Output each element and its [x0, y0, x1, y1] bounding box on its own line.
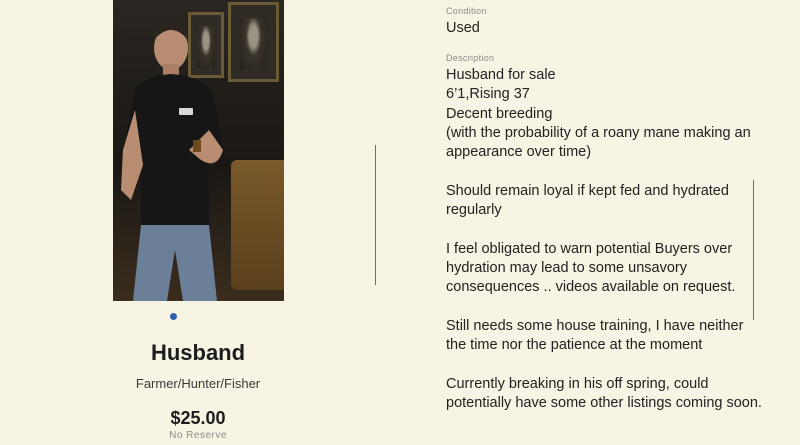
description-paragraph: I feel obligated to warn potential Buyer…	[446, 240, 736, 296]
description-paragraph: Husband for sale 6’1,Rising 37 Decent br…	[446, 67, 751, 161]
man-figure-illustration	[121, 24, 223, 301]
listing-subtitle: Farmer/Hunter/Fisher	[135, 376, 261, 391]
carousel-pager-dot[interactable]	[170, 313, 177, 320]
description-label: Description	[446, 53, 495, 63]
divider-line	[375, 145, 376, 285]
condition-value: Used	[446, 20, 480, 36]
description-text: Husband for sale 6’1,Rising 37 Decent br…	[446, 66, 766, 413]
condition-label: Condition	[446, 6, 487, 16]
reserve-status: No Reserve	[169, 430, 227, 441]
listing-photo[interactable]	[113, 0, 284, 301]
description-paragraph: Currently breaking in his off spring, co…	[446, 375, 762, 412]
listing-price: $25.00	[170, 408, 226, 428]
listing-title: Husband	[150, 340, 246, 365]
description-paragraph: Still needs some house training, I have …	[446, 317, 744, 354]
description-paragraph: Should remain loyal if kept fed and hydr…	[446, 182, 729, 219]
